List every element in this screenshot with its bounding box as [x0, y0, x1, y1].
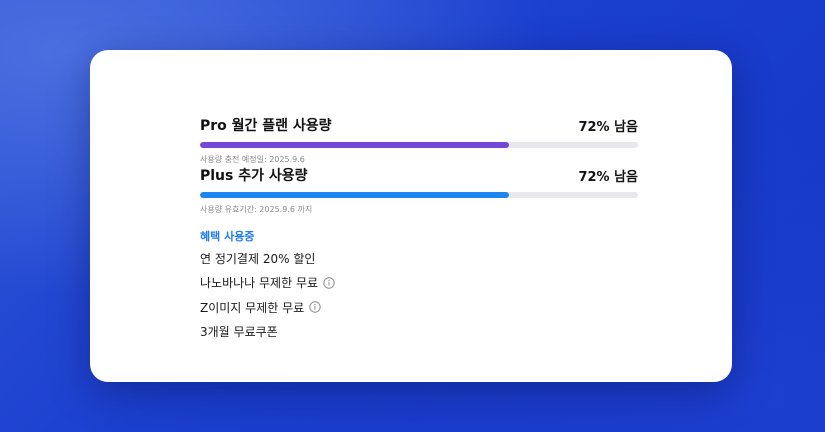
plus-usage-section: Plus 추가 사용량 72% 남음 사용량 유효기간: 2025.9.6 까지 — [200, 165, 638, 215]
info-icon[interactable] — [323, 277, 335, 289]
plus-usage-title: Plus 추가 사용량 — [200, 168, 308, 184]
benefit-label: 나노바나나 무제한 무료 — [200, 276, 319, 291]
benefit-label: 연 정기결제 20% 할인 — [200, 251, 316, 266]
pro-usage-progress-fill — [200, 142, 509, 148]
benefit-label: Z이미지 무제한 무료 — [200, 300, 305, 315]
pro-usage-progress-bar — [200, 142, 638, 148]
pro-recharge-date: 사용량 충전 예정일: 2025.9.6 — [200, 155, 305, 164]
benefit-label: 3개월 무료쿠폰 — [200, 325, 278, 340]
benefit-item-free-coupon: 3개월 무료쿠폰 — [200, 320, 335, 345]
benefits-title: 혜택 사용중 — [200, 230, 255, 243]
plus-usage-remaining: 72% 남음 — [578, 169, 638, 185]
pro-usage-header: Pro 월간 플랜 사용량 72% 남음 — [200, 115, 638, 135]
info-icon[interactable] — [309, 301, 321, 313]
benefit-item-z-image: Z이미지 무제한 무료 — [200, 295, 335, 320]
usage-card: Pro 월간 플랜 사용량 72% 남음 사용량 충전 예정일: 2025.9.… — [90, 50, 732, 382]
plus-usage-header: Plus 추가 사용량 72% 남음 — [200, 165, 638, 185]
benefit-item-annual-discount: 연 정기결제 20% 할인 — [200, 246, 335, 271]
plus-usage-progress-fill — [200, 192, 509, 198]
benefit-item-nanobanana: 나노바나나 무제한 무료 — [200, 271, 335, 296]
pro-usage-remaining: 72% 남음 — [578, 119, 638, 135]
pro-usage-section: Pro 월간 플랜 사용량 72% 남음 사용량 충전 예정일: 2025.9.… — [200, 115, 638, 165]
plus-expiry-date: 사용량 유효기간: 2025.9.6 까지 — [200, 205, 313, 214]
benefit-list: 연 정기결제 20% 할인 나노바나나 무제한 무료 Z이미지 무제한 무료 3… — [200, 246, 335, 344]
plus-usage-progress-bar — [200, 192, 638, 198]
pro-usage-title: Pro 월간 플랜 사용량 — [200, 118, 332, 134]
